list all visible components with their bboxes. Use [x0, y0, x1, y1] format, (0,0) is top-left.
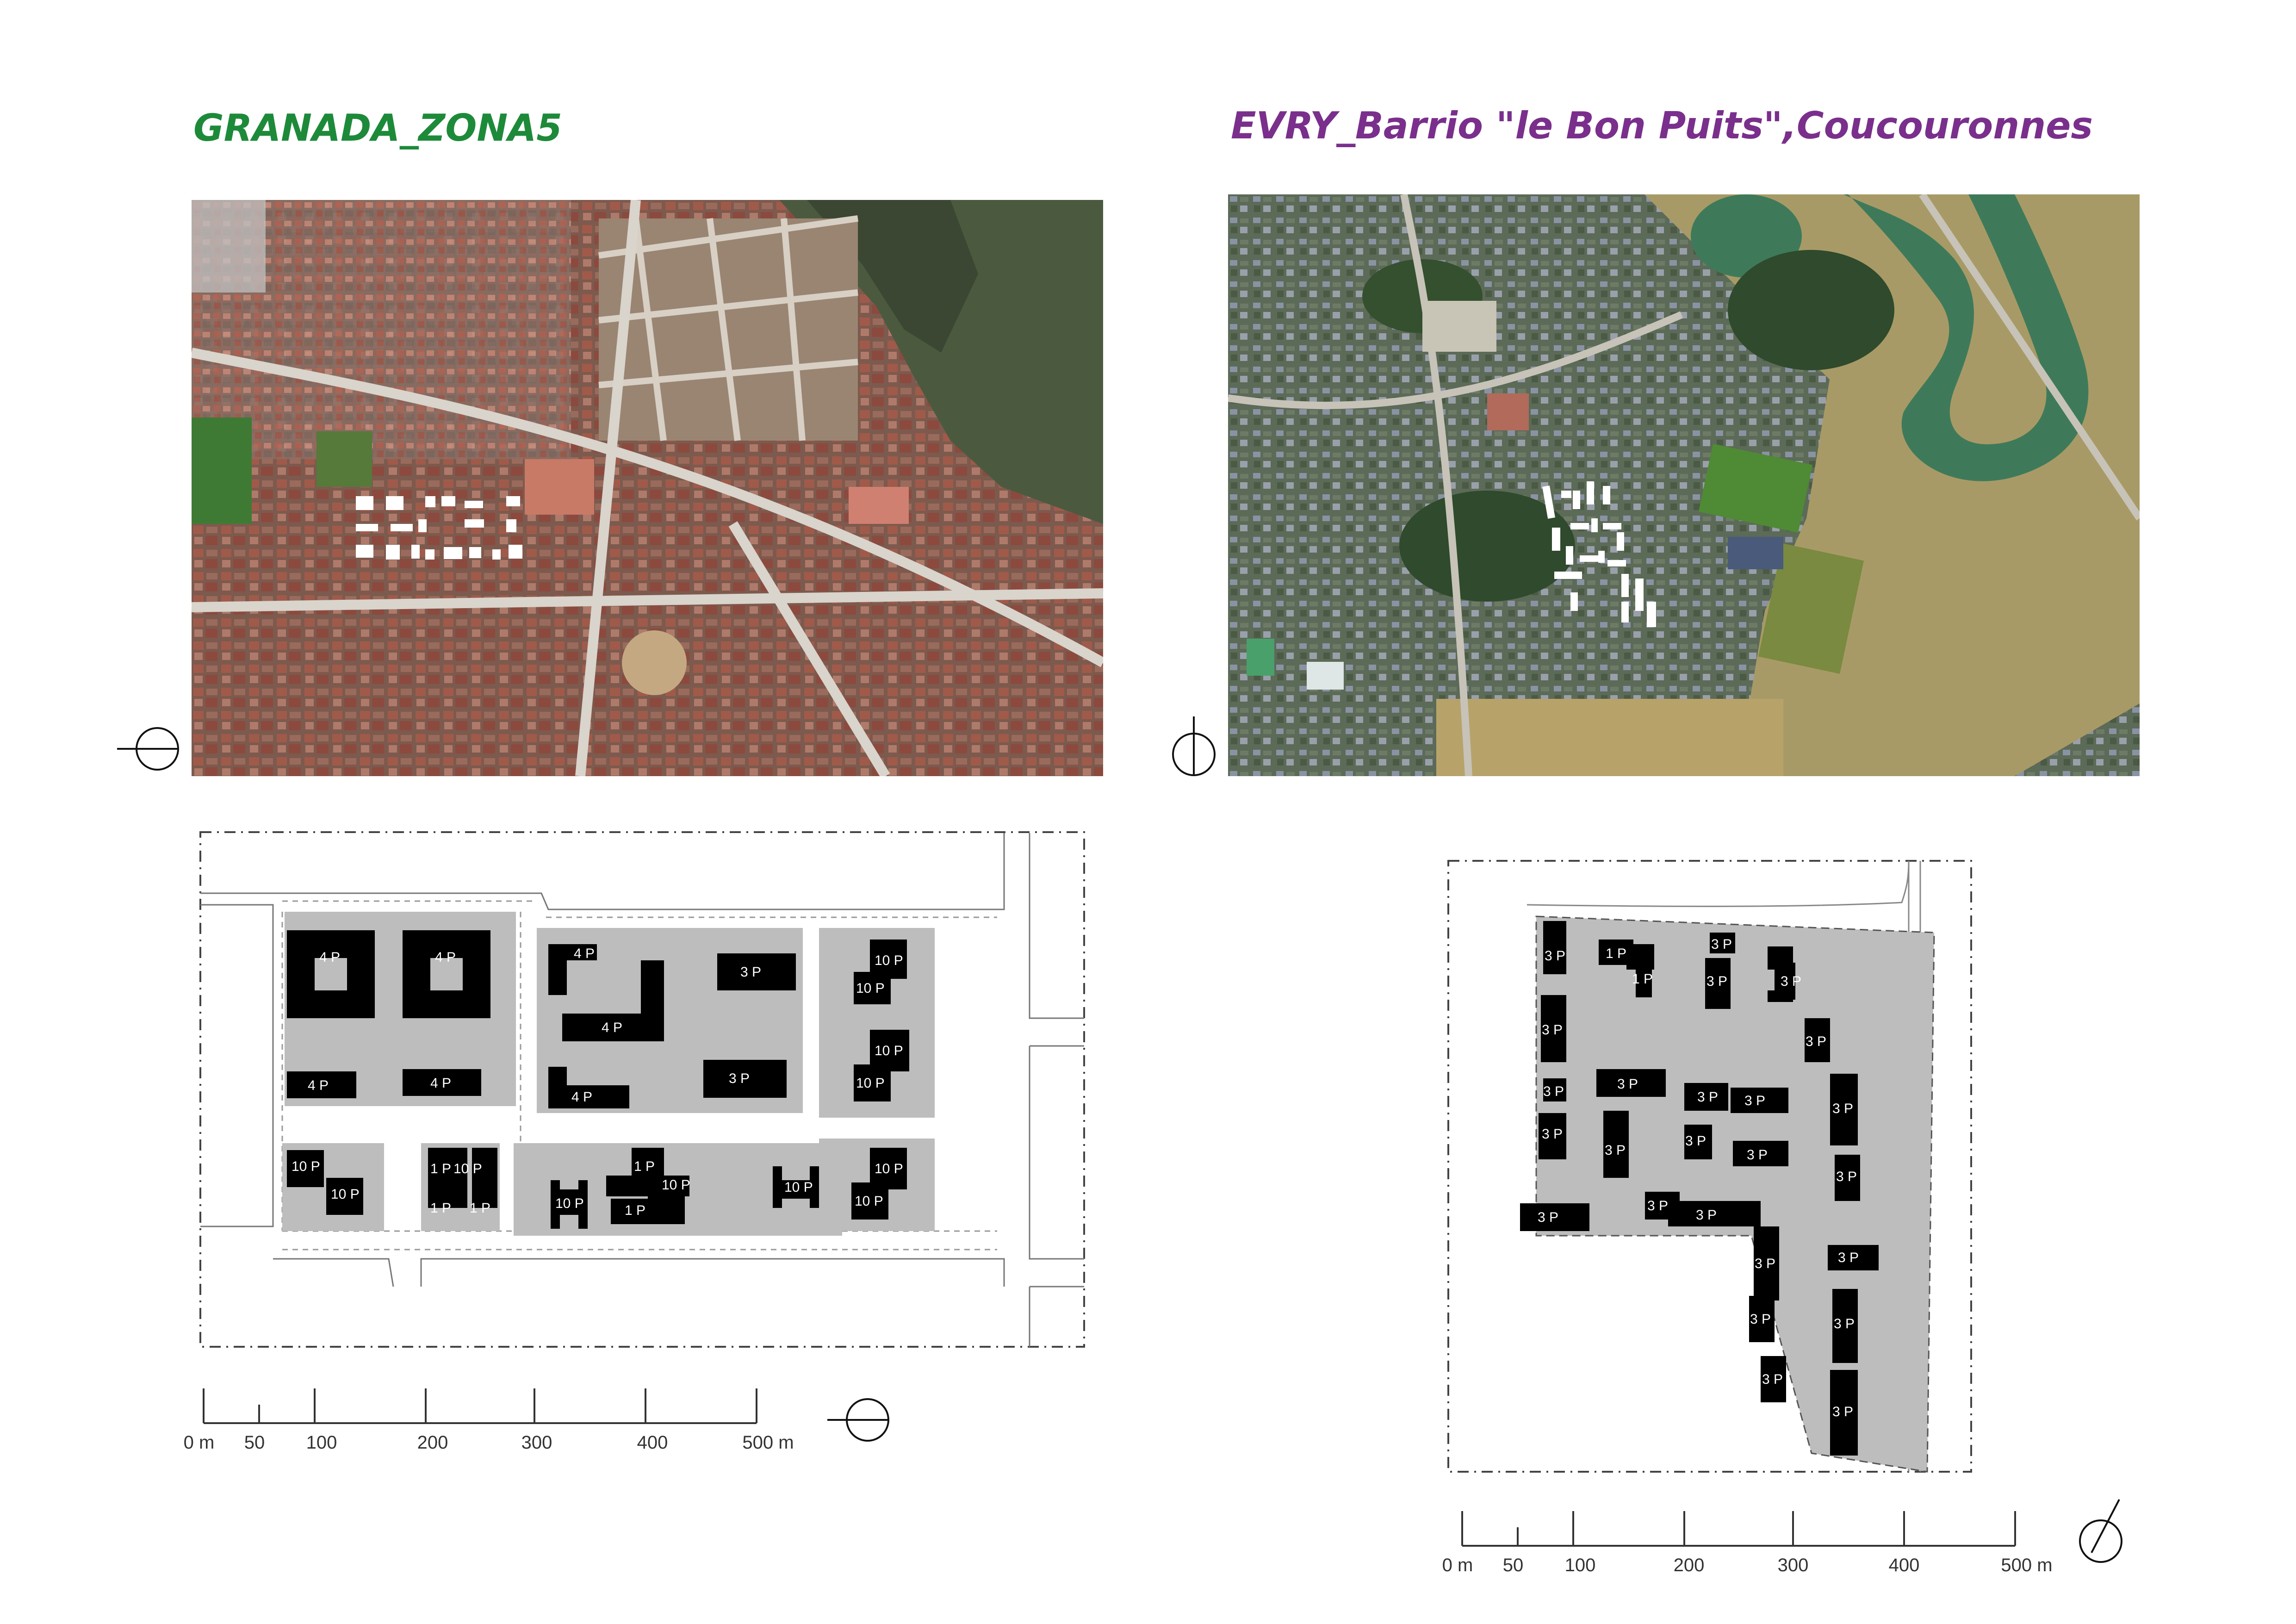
- building-label: 3 P: [1744, 1093, 1765, 1108]
- building-label: 3 P: [740, 964, 761, 980]
- scale-tick-label: 400: [637, 1432, 668, 1453]
- north-arrow-icon: [1166, 713, 1226, 787]
- building-label: 10 P: [856, 981, 885, 996]
- building-label: 3 P: [1543, 1084, 1564, 1099]
- scale-tick-label: 500 m: [2001, 1555, 2052, 1575]
- building-label: 3 P: [1685, 1133, 1706, 1149]
- granada-title: GRANADA_ZONA5: [193, 106, 562, 149]
- scale-tick-label: 500 m: [742, 1432, 794, 1453]
- scale-tick-label: 200: [1674, 1555, 1705, 1575]
- building-label: 3 P: [1838, 1250, 1859, 1265]
- building-label: 1 P: [634, 1159, 655, 1174]
- building-label: 1 P: [1606, 946, 1626, 961]
- building-label: 1 P: [430, 1201, 451, 1216]
- building-label: 10 P: [662, 1177, 690, 1193]
- granada-aerial-image: [192, 200, 1103, 776]
- scale-tick-label: 300: [1778, 1555, 1809, 1575]
- evry-aerial-image: [1228, 194, 2140, 776]
- building-label: 4 P: [602, 1020, 622, 1035]
- building-label: 3 P: [1747, 1147, 1768, 1163]
- granada-plan: 4 P 4 P 4 P 4 P 4 P 4 P 4 P 3 P 3 P 10 P…: [116, 824, 1111, 1462]
- building-label: 4 P: [319, 950, 340, 965]
- building-label: 3 P: [1696, 1207, 1717, 1223]
- building-label: 1 P: [430, 1161, 451, 1176]
- building-label: 10 P: [856, 1076, 885, 1091]
- building-label: 3 P: [1605, 1143, 1626, 1158]
- evry-title: EVRY_Barrio "le Bon Puits",Coucouronnes: [1231, 104, 2093, 147]
- north-arrow-icon: [2068, 1493, 2138, 1567]
- building-label: 1 P: [625, 1203, 645, 1218]
- building-label: 3 P: [1617, 1076, 1638, 1092]
- scale-tick-label: 400: [1889, 1555, 1920, 1575]
- scale-tick-label: 50: [1503, 1555, 1524, 1575]
- building-label: 4 P: [571, 1089, 592, 1105]
- building-label: 3 P: [1706, 974, 1727, 989]
- building-label: 10 P: [855, 1194, 883, 1209]
- scale-tick-label: 0 m: [1442, 1555, 1473, 1575]
- evry-scale-bar: 0 m 50 100 200 300 400 500 m: [1421, 1504, 2068, 1578]
- building-label: 3 P: [1542, 1022, 1563, 1038]
- building-label: 1 P: [470, 1201, 490, 1216]
- north-arrow-icon: [113, 720, 187, 780]
- building-label: 10 P: [784, 1180, 813, 1195]
- scale-tick-label: 0 m: [184, 1432, 215, 1453]
- scale-tick-label: 200: [417, 1432, 448, 1453]
- building-label: 3 P: [1834, 1316, 1855, 1332]
- building-label: 4 P: [574, 946, 595, 961]
- building-label: 3 P: [1832, 1101, 1853, 1116]
- building-label: 3 P: [729, 1071, 750, 1086]
- building-label: 10 P: [292, 1159, 320, 1174]
- building-label: 1 P: [1632, 971, 1653, 987]
- scale-tick-label: 300: [521, 1432, 552, 1453]
- building-label: 10 P: [875, 1043, 903, 1058]
- scale-tick-label: 50: [244, 1432, 265, 1453]
- north-arrow-icon: [824, 1391, 898, 1451]
- building-label: 10 P: [875, 1161, 903, 1176]
- scale-tick-label: 100: [1565, 1555, 1596, 1575]
- building-label: 4 P: [430, 1076, 451, 1091]
- building-label: 3 P: [1762, 1372, 1783, 1387]
- building-label: 4 P: [308, 1078, 329, 1093]
- building-label: 3 P: [1781, 974, 1801, 989]
- scale-tick-label: 100: [306, 1432, 337, 1453]
- building-label: 3 P: [1545, 948, 1565, 964]
- building-label: 3 P: [1697, 1089, 1718, 1105]
- building-label: 3 P: [1836, 1169, 1857, 1184]
- building-label: 3 P: [1806, 1034, 1826, 1049]
- building-label: 3 P: [1711, 937, 1732, 952]
- building-label: 3 P: [1750, 1312, 1771, 1327]
- building-label: 10 P: [555, 1196, 584, 1211]
- building-label: 3 P: [1755, 1256, 1775, 1271]
- granada-scale-bar: 0 m 50 100 200 300 400 500 m: [176, 1384, 824, 1458]
- building-label: 3 P: [1542, 1126, 1563, 1142]
- evry-plan: 3 P 1 P 1 P 3 P 3 P 3 P 3 P 3 P 3 P 3 P …: [1444, 852, 1985, 1500]
- building-label: 4 P: [435, 950, 456, 965]
- building-label: 10 P: [331, 1187, 360, 1202]
- building-label: 10 P: [453, 1161, 482, 1176]
- building-label: 10 P: [875, 953, 903, 968]
- building-label: 3 P: [1647, 1198, 1668, 1213]
- building-label: 3 P: [1538, 1210, 1558, 1225]
- building-label: 3 P: [1832, 1404, 1853, 1419]
